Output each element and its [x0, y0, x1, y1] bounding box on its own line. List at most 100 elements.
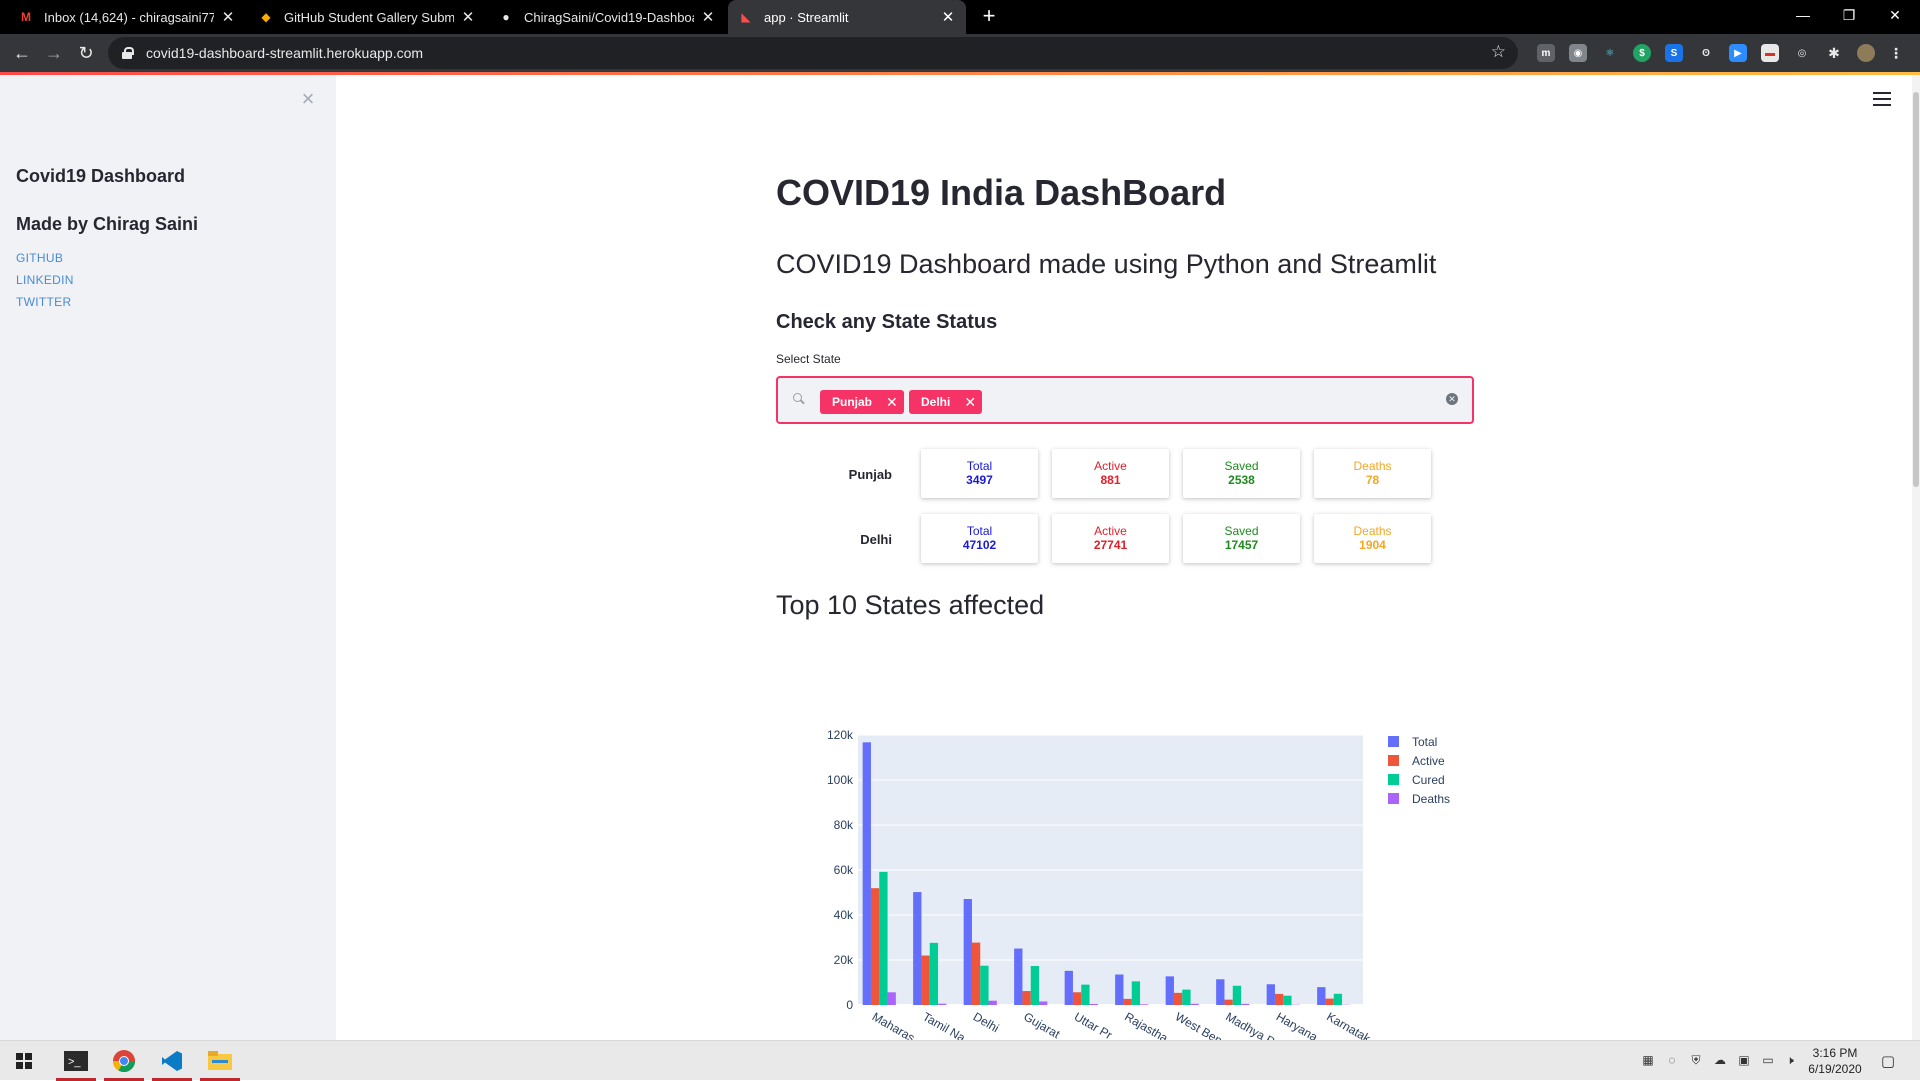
scrollbar-thumb[interactable] — [1913, 92, 1919, 487]
close-icon[interactable]: ✕ — [700, 8, 716, 26]
legend-swatch — [1388, 736, 1399, 747]
network-icon[interactable]: ▭ — [1760, 1053, 1776, 1069]
defender-shield-icon[interactable]: ⛨ — [1688, 1053, 1704, 1069]
section-heading: Check any State Status — [776, 311, 997, 334]
zoom-extension-icon[interactable]: ▶ — [1729, 44, 1747, 62]
state-multiselect[interactable]: Punjab ✕ Delhi ✕ ✕ — [776, 376, 1474, 424]
reload-button[interactable]: ↻ — [72, 39, 100, 67]
bookmark-star-icon[interactable]: ☆ — [1491, 42, 1506, 62]
chrome-app-icon[interactable] — [100, 1041, 148, 1081]
volume-icon[interactable]: 🕨 — [1782, 1053, 1798, 1069]
card-label: Total — [921, 524, 1038, 538]
sidebar-title: Covid19 Dashboard — [16, 166, 185, 187]
back-button[interactable]: ← — [8, 39, 36, 67]
clear-all-icon[interactable]: ✕ — [1446, 393, 1458, 405]
tray-network-sharing-icon[interactable]: ◌ — [1664, 1053, 1680, 1069]
streamlit-icon: ◣ — [738, 9, 754, 25]
tab-title: GitHub Student Gallery Submissio — [284, 10, 454, 25]
bar-total — [1317, 987, 1325, 1005]
bar-active — [1325, 999, 1333, 1005]
sidebar-author: Made by Chirag Saini — [16, 214, 198, 235]
sidebar-link-github[interactable]: GITHUB — [16, 251, 63, 265]
owl-extension-icon[interactable]: ʘ — [1697, 44, 1715, 62]
browser-tab-gallery[interactable]: ◆ GitHub Student Gallery Submissio ✕ — [248, 0, 486, 34]
windows-start-icon[interactable] — [0, 1041, 48, 1081]
extension-icon[interactable]: m — [1537, 44, 1555, 62]
address-bar[interactable]: covid19-dashboard-streamlit.herokuapp.co… — [108, 37, 1518, 69]
taskbar-clock[interactable]: 3:16 PM 6/19/2020 — [1800, 1045, 1870, 1077]
forward-button[interactable]: → — [40, 39, 68, 67]
new-tab-button[interactable]: + — [976, 4, 1002, 30]
close-icon[interactable]: ✕ — [940, 8, 956, 26]
bar-total — [1166, 976, 1174, 1005]
close-icon[interactable]: ✕ — [220, 8, 236, 26]
bar-cured — [1283, 996, 1291, 1005]
browser-tab-github[interactable]: ● ChiragSaini/Covid19-Dashboard: ✕ — [488, 0, 726, 34]
gmail-icon: M — [18, 9, 34, 25]
record-extension-icon[interactable]: ◎ — [1793, 44, 1811, 62]
calendar-extension-icon[interactable]: ▬ — [1761, 44, 1779, 62]
bar-deaths — [989, 1001, 997, 1005]
browser-toolbar: ← → ↻ covid19-dashboard-streamlit.heroku… — [0, 34, 1920, 72]
browser-tab-streamlit[interactable]: ◣ app · Streamlit ✕ — [728, 0, 966, 34]
card-value: 78 — [1314, 473, 1431, 487]
remove-chip-icon[interactable]: ✕ — [964, 394, 976, 411]
total-card: Total 47102 — [921, 514, 1038, 563]
saved-card: Saved 17457 — [1183, 514, 1300, 563]
remove-chip-icon[interactable]: ✕ — [886, 394, 898, 411]
active-card: Active 27741 — [1052, 514, 1169, 563]
dollar-extension-icon[interactable]: $ — [1633, 44, 1651, 62]
hamburger-menu-icon[interactable] — [1873, 92, 1891, 106]
tray-app-icon-2[interactable]: ▣ — [1736, 1053, 1752, 1069]
browser-tab-gmail[interactable]: M Inbox (14,624) - chiragsaini7777( ✕ — [8, 0, 246, 34]
browser-tab-strip: M Inbox (14,624) - chiragsaini7777( ✕ ◆ … — [0, 0, 1920, 34]
x-tick-label: Karnatak — [1324, 1009, 1373, 1040]
x-tick-label: Haryana — [1274, 1009, 1321, 1040]
bar-total — [863, 742, 871, 1005]
react-devtools-icon[interactable]: ⚛ — [1601, 44, 1619, 62]
s-extension-icon[interactable]: S — [1665, 44, 1683, 62]
x-tick-label: Gujarat — [1021, 1009, 1063, 1040]
camera-extension-icon[interactable]: ◉ — [1569, 44, 1587, 62]
active-card: Active 881 — [1052, 449, 1169, 498]
notification-center-icon[interactable]: ▢ — [1880, 1052, 1896, 1068]
sidebar-link-twitter[interactable]: TWITTER — [16, 295, 71, 309]
top-states-bar-chart[interactable]: 020k40k60k80k100k120kMaharasTamil NaDelh… — [820, 725, 1480, 1040]
x-tick-label: Uttar Pr — [1072, 1009, 1115, 1040]
vscode-app-icon[interactable] — [148, 1041, 196, 1081]
tray-app-icon[interactable]: ▦ — [1640, 1053, 1656, 1069]
profile-avatar[interactable] — [1857, 44, 1875, 62]
bar-cured — [1334, 994, 1342, 1005]
bar-deaths — [938, 1004, 946, 1005]
restore-button[interactable]: ❐ — [1826, 0, 1872, 30]
x-tick-label: Tamil Na — [920, 1009, 968, 1040]
terminal-app-icon[interactable]: >_ — [52, 1041, 100, 1081]
legend-swatch — [1388, 793, 1399, 804]
sidebar-close-icon[interactable]: × — [296, 87, 320, 111]
x-tick-label: Maharas — [870, 1009, 917, 1040]
selected-chip-delhi: Delhi ✕ — [909, 390, 982, 414]
onedrive-cloud-icon[interactable]: ☁ — [1712, 1053, 1728, 1069]
bar-deaths — [1191, 1004, 1199, 1005]
bar-total — [1014, 949, 1022, 1005]
card-value: 881 — [1052, 473, 1169, 487]
extensions-puzzle-icon[interactable]: ✱ — [1825, 44, 1843, 62]
deaths-card: Deaths 78 — [1314, 449, 1431, 498]
bar-deaths — [888, 992, 896, 1005]
sidebar-link-linkedin[interactable]: LINKEDIN — [16, 273, 74, 287]
file-explorer-icon[interactable] — [196, 1041, 244, 1081]
bar-total — [1115, 975, 1123, 1005]
bar-active — [871, 888, 879, 1005]
window-close-button[interactable]: ✕ — [1872, 0, 1918, 30]
legend-swatch — [1388, 755, 1399, 766]
minimize-button[interactable]: — — [1780, 0, 1826, 30]
close-icon[interactable]: ✕ — [460, 8, 476, 26]
card-label: Deaths — [1314, 524, 1431, 538]
github-icon: ● — [498, 9, 514, 25]
bar-deaths — [1140, 1004, 1148, 1005]
bar-cured — [1081, 985, 1089, 1005]
card-label: Saved — [1183, 524, 1300, 538]
browser-menu-icon[interactable]: ⋮ — [1887, 44, 1905, 62]
page-subtitle: COVID19 Dashboard made using Python and … — [776, 249, 1436, 280]
bar-cured — [1132, 981, 1140, 1005]
